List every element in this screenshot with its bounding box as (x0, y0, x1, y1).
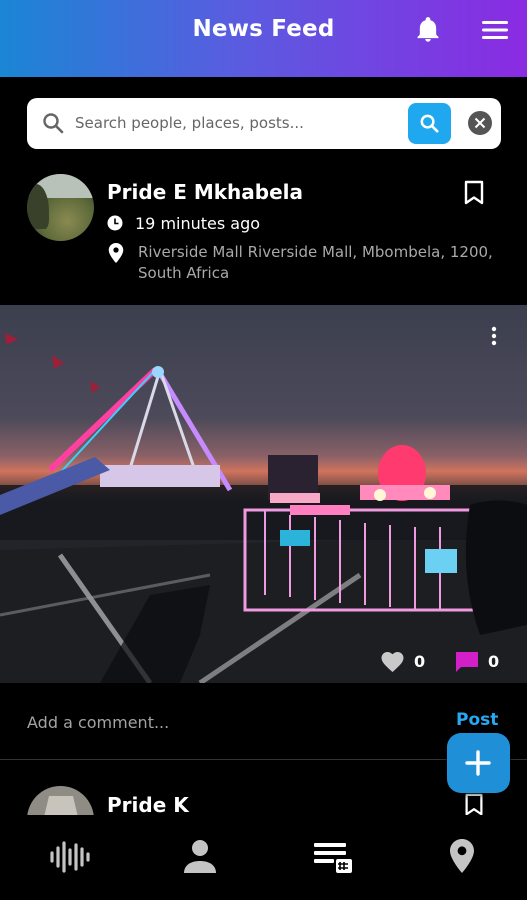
comment-count: 0 (488, 652, 500, 671)
like-button[interactable]: 0 (380, 649, 430, 675)
next-post-author-name[interactable]: Pride K (107, 793, 189, 817)
bookmark-icon[interactable] (463, 180, 485, 206)
location-pin-icon (108, 243, 124, 263)
profile-icon[interactable] (178, 837, 222, 877)
comment-input[interactable] (27, 708, 387, 736)
comment-button[interactable]: 0 (455, 649, 505, 675)
clock-icon (107, 215, 123, 231)
clear-search-button[interactable] (468, 111, 492, 135)
add-post-button[interactable] (447, 733, 510, 793)
menu-icon[interactable] (480, 18, 510, 42)
post-location: Riverside Mall Riverside Mall, Mbombela,… (138, 243, 493, 282)
like-count: 0 (414, 652, 426, 671)
search-input[interactable] (75, 108, 375, 138)
news-icon[interactable] (311, 837, 355, 877)
search-button[interactable] (408, 103, 451, 144)
bell-icon[interactable] (414, 16, 442, 44)
bookmark-icon[interactable] (463, 793, 485, 817)
author-avatar[interactable] (27, 174, 94, 241)
app-header: News Feed (0, 0, 527, 77)
plus-icon (465, 750, 491, 776)
close-icon (474, 117, 486, 129)
bottom-navigation (0, 815, 527, 900)
post-comment-button[interactable]: Post (456, 710, 498, 730)
comment-icon (456, 652, 478, 672)
feed-wave-icon[interactable] (48, 837, 92, 877)
post-time-text: 19 minutes ago (135, 214, 261, 233)
more-options-icon[interactable] (486, 325, 502, 347)
page-title: News Feed (192, 16, 335, 42)
search-icon (420, 114, 439, 133)
location-icon[interactable] (440, 837, 484, 877)
post-author-name[interactable]: Pride E Mkhabela (107, 180, 303, 204)
search-bar (27, 98, 501, 149)
carnival-scene-image (0, 333, 527, 683)
heart-icon (381, 652, 404, 672)
post-photo[interactable]: 0 0 (0, 305, 527, 683)
search-icon (43, 113, 64, 134)
